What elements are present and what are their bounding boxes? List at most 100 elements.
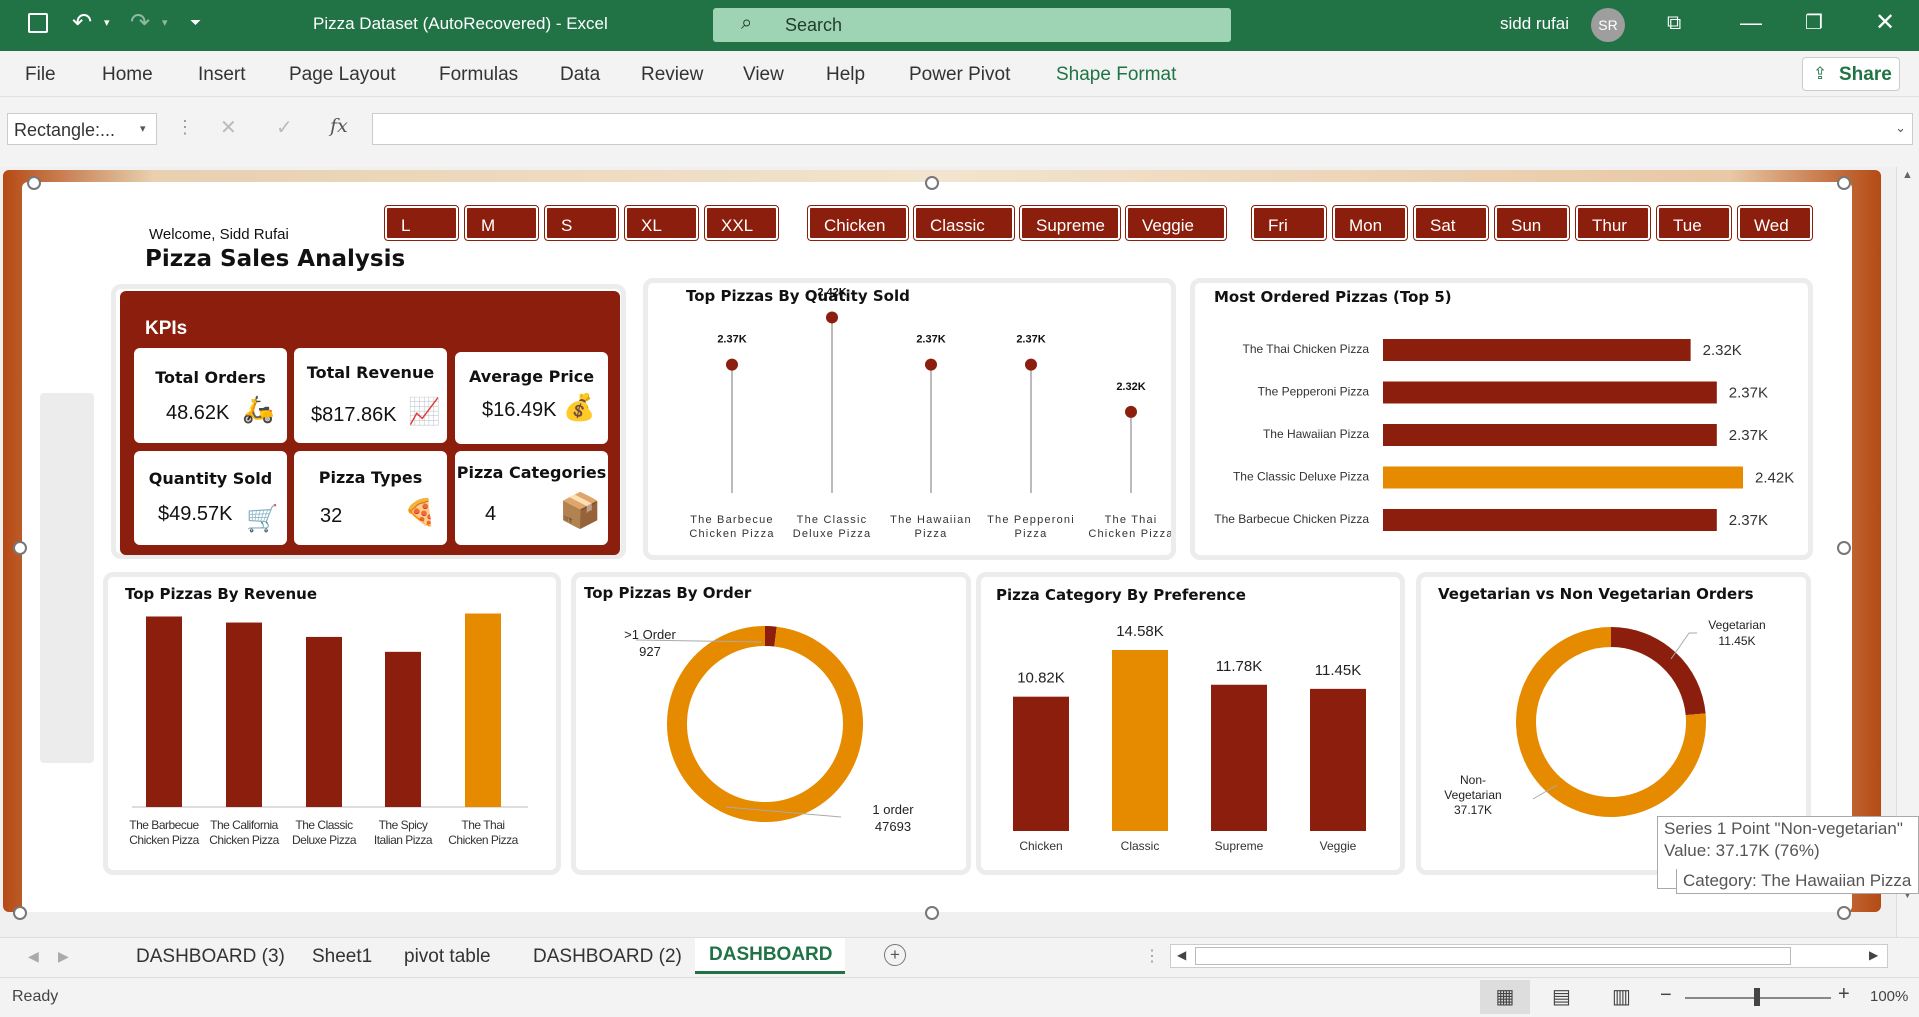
tab-sheet1[interactable]: Sheet1 <box>312 946 372 968</box>
scroll-left-icon[interactable]: ◀ <box>1177 948 1186 962</box>
tab-dashboard-active[interactable]: DASHBOARD <box>695 938 845 974</box>
kpi-label: Average Price <box>468 367 595 386</box>
slicer-day-wed[interactable]: Wed <box>1738 206 1812 240</box>
slicer-size-l[interactable]: L <box>385 206 458 240</box>
slicer-day-fri[interactable]: Fri <box>1252 206 1326 240</box>
tab-dashboard-3[interactable]: DASHBOARD (3) <box>136 946 285 968</box>
category-label: The Hawaiian Pizza <box>1263 427 1369 441</box>
expand-formula-icon[interactable]: ⌄ <box>1895 120 1906 136</box>
tabs-splitter-icon[interactable]: ⋮ <box>1144 946 1160 966</box>
name-box[interactable]: Rectangle:... ▾ <box>7 113 157 145</box>
minimize-icon[interactable]: — <box>1740 10 1762 36</box>
data-label: 2.32K <box>1116 381 1145 393</box>
menu-power-pivot[interactable]: Power Pivot <box>909 64 1010 86</box>
slicer-category-supreme[interactable]: Supreme <box>1020 206 1120 240</box>
slicer-category-chicken[interactable]: Chicken <box>808 206 908 240</box>
slicer-size-xl[interactable]: XL <box>625 206 698 240</box>
horizontal-scrollbar[interactable]: ◀ ▶ <box>1170 944 1888 968</box>
scroll-tabs-left-icon[interactable]: ◀ <box>28 948 39 965</box>
slicer-category-classic[interactable]: Classic <box>914 206 1014 240</box>
slicer-category-veggie[interactable]: Veggie <box>1126 206 1226 240</box>
avatar[interactable]: SR <box>1591 8 1625 42</box>
close-icon[interactable]: ✕ <box>1875 8 1895 37</box>
kpi-pizza-categories: Pizza Categories 4 📦 <box>455 451 608 545</box>
data-label: 2.37K <box>1016 334 1045 346</box>
kpi-label: Total Revenue <box>306 363 435 382</box>
revenue-bar-chart: The BarbecueChicken PizzaThe CaliforniaC… <box>129 613 528 847</box>
category-label: The Classic Deluxe Pizza <box>1233 470 1369 484</box>
tab-dashboard-2[interactable]: DASHBOARD (2) <box>533 946 682 968</box>
formula-input[interactable]: ⌄ <box>372 113 1913 145</box>
menu-data[interactable]: Data <box>560 64 600 86</box>
zoom-slider-thumb[interactable] <box>1754 988 1760 1006</box>
slicer-size-s[interactable]: S <box>545 206 618 240</box>
kpi-value: 48.62K <box>166 402 230 424</box>
tick-label: The Spicy <box>379 818 428 832</box>
resize-handle[interactable] <box>13 541 27 555</box>
insert-function-icon[interactable]: fx <box>330 115 348 137</box>
slicer-day-sun[interactable]: Sun <box>1495 206 1569 240</box>
search-box[interactable]: ⌕ Search <box>713 8 1231 42</box>
slicer-day-thur[interactable]: Thur <box>1576 206 1650 240</box>
redo-dropdown-icon[interactable]: ▾ <box>162 16 168 29</box>
slicer-day-sat[interactable]: Sat <box>1414 206 1488 240</box>
resize-handle[interactable] <box>925 906 939 920</box>
cancel-icon[interactable]: ✕ <box>220 115 237 140</box>
data-label: 2.42K <box>1755 470 1794 487</box>
resize-handle[interactable] <box>27 176 41 190</box>
side-slicer-placeholder <box>40 393 94 763</box>
money-hand-icon: 💰 <box>563 392 596 422</box>
tab-pivot-table[interactable]: pivot table <box>404 946 491 968</box>
enter-icon[interactable]: ✓ <box>276 115 293 140</box>
save-icon[interactable] <box>28 13 48 33</box>
zoom-level[interactable]: 100% <box>1870 988 1908 1005</box>
bar <box>385 651 421 807</box>
menu-review[interactable]: Review <box>641 64 703 86</box>
undo-dropdown-icon[interactable]: ▾ <box>104 16 110 29</box>
menu-page-layout[interactable]: Page Layout <box>289 64 396 86</box>
scroll-right-icon[interactable]: ▶ <box>1869 948 1878 962</box>
resize-handle[interactable] <box>925 176 939 190</box>
tick-label: Italian Pizza <box>374 833 433 847</box>
page-break-view-icon[interactable]: ▥ <box>1612 984 1631 1009</box>
data-label: 2.37K <box>916 334 945 346</box>
scroll-thumb[interactable] <box>1195 947 1791 965</box>
slice-value: 47693 <box>875 819 911 834</box>
add-sheet-icon[interactable]: + <box>884 944 906 966</box>
page-layout-view-icon[interactable]: ▤ <box>1552 984 1571 1009</box>
zoom-out-icon[interactable]: − <box>1660 984 1672 1007</box>
growth-chart-icon: 📈 <box>408 396 441 426</box>
share-button[interactable]: ⇪ Share <box>1802 57 1900 91</box>
resize-handle[interactable] <box>1837 541 1851 555</box>
restore-icon[interactable]: ❐ <box>1805 10 1823 35</box>
menu-file[interactable]: File <box>25 64 56 86</box>
undo-icon[interactable]: ↶ <box>72 8 92 37</box>
menu-formulas[interactable]: Formulas <box>439 64 518 86</box>
menu-view[interactable]: View <box>743 64 784 86</box>
customize-toolbar-icon[interactable]: ⏷ <box>190 14 201 31</box>
ribbon-display-icon[interactable]: ⧉ <box>1667 12 1681 35</box>
lollipop-point <box>925 358 937 371</box>
slicer-size-m[interactable]: M <box>465 206 538 240</box>
slicer-day-tue[interactable]: Tue <box>1657 206 1731 240</box>
menu-insert[interactable]: Insert <box>198 64 246 86</box>
slicer-size-xxl[interactable]: XXL <box>705 206 778 240</box>
category-label: The Thai Chicken Pizza <box>1242 342 1369 356</box>
resize-handle[interactable] <box>13 906 27 920</box>
zoom-in-icon[interactable]: + <box>1838 983 1850 1006</box>
more-options-icon[interactable]: ⋮ <box>176 117 194 138</box>
redo-icon[interactable]: ↷ <box>130 8 150 37</box>
menu-help[interactable]: Help <box>826 64 865 86</box>
chart-tooltip-category: Category: The Hawaiian Pizza <box>1676 869 1919 894</box>
scroll-up-icon[interactable]: ▲ <box>1902 169 1913 181</box>
slicer-day-mon[interactable]: Mon <box>1333 206 1407 240</box>
resize-handle[interactable] <box>1837 176 1851 190</box>
bar <box>1383 339 1691 361</box>
resize-handle[interactable] <box>1837 906 1851 920</box>
menu-home[interactable]: Home <box>102 64 153 86</box>
data-label: 2.37K <box>1729 512 1768 529</box>
tick-label: The Thai <box>461 818 504 832</box>
scroll-tabs-right-icon[interactable]: ▶ <box>58 948 69 965</box>
menu-shape-format[interactable]: Shape Format <box>1056 64 1176 86</box>
normal-view-icon[interactable]: ▦ <box>1480 980 1530 1014</box>
